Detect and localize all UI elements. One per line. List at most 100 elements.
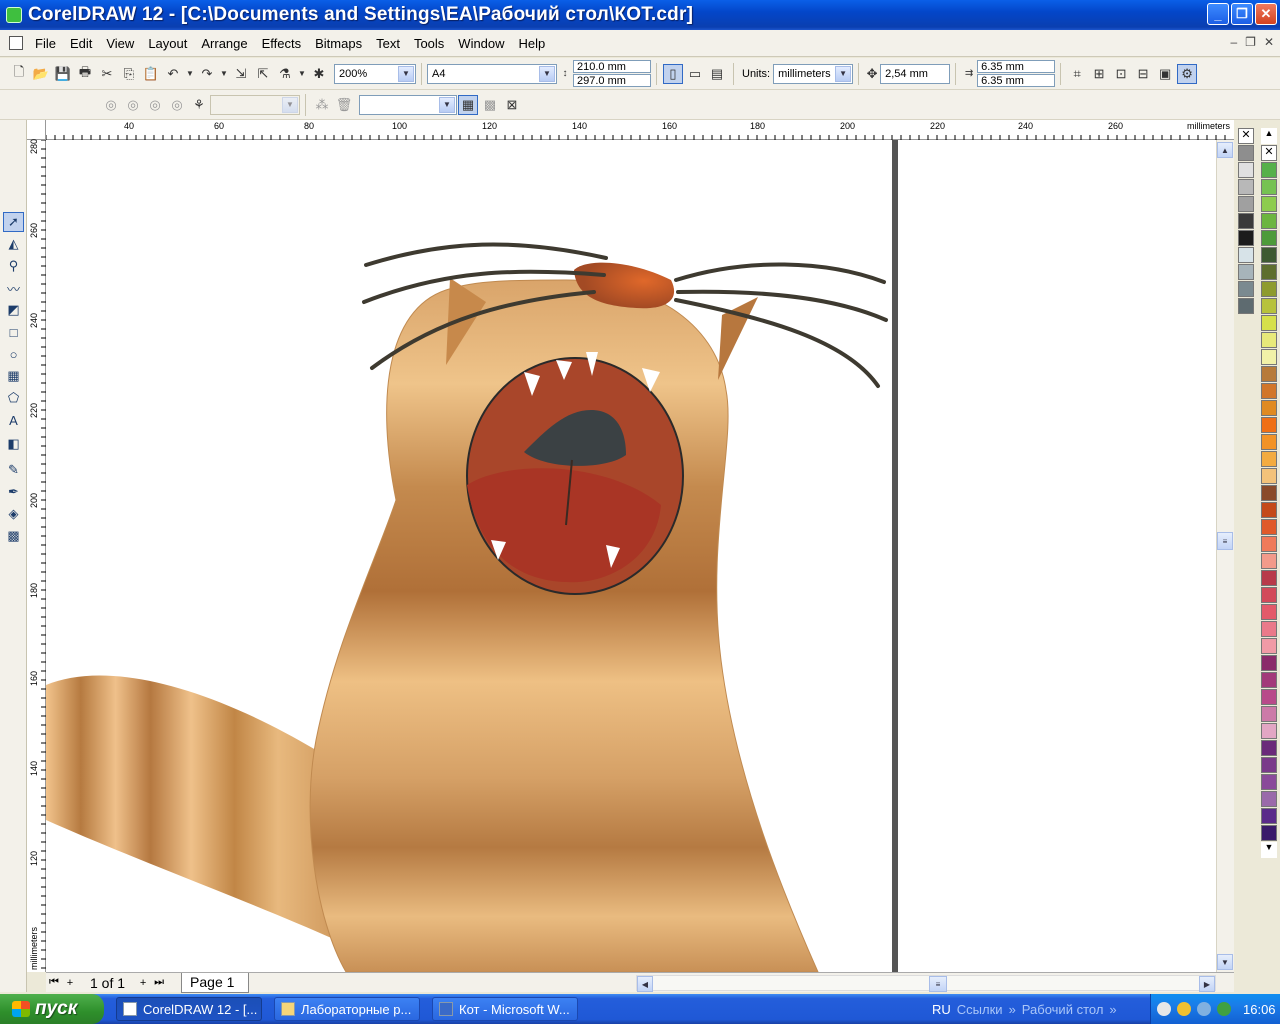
- color-swatch[interactable]: [1261, 468, 1277, 484]
- landscape-icon[interactable]: ▭: [685, 64, 705, 84]
- color-swatch[interactable]: [1261, 213, 1277, 229]
- print-icon[interactable]: 🖶: [75, 64, 95, 84]
- color-swatch[interactable]: [1261, 298, 1277, 314]
- paste-icon[interactable]: 📋: [141, 64, 161, 84]
- task-folder[interactable]: Лабораторные р...: [274, 997, 420, 1021]
- scroll-right-button[interactable]: ▶: [1199, 976, 1215, 992]
- symbol-icon[interactable]: ▩: [480, 95, 500, 115]
- color-swatch[interactable]: [1261, 400, 1277, 416]
- color-swatch[interactable]: [1261, 434, 1277, 450]
- color-swatch[interactable]: [1238, 281, 1254, 297]
- drawing-canvas[interactable]: [46, 140, 1216, 972]
- color-swatch[interactable]: [1261, 502, 1277, 518]
- horizontal-scrollbar[interactable]: ◀ ≡ ▶: [636, 975, 1216, 992]
- menu-edit[interactable]: Edit: [70, 36, 102, 51]
- export-icon[interactable]: ⇱: [253, 64, 273, 84]
- color-swatch[interactable]: [1261, 332, 1277, 348]
- web-icon[interactable]: ⊠: [502, 95, 522, 115]
- vertical-ruler[interactable]: 280 260 240 220 200 180 160 140 120 mill…: [27, 139, 46, 972]
- last-page-button[interactable]: ⏭: [151, 976, 167, 989]
- duplicate-x-field[interactable]: 6.35 mm: [977, 60, 1056, 73]
- dynamic-guides-icon[interactable]: ⊟: [1133, 64, 1153, 84]
- color-swatch[interactable]: [1238, 179, 1254, 195]
- color-swatch[interactable]: [1238, 196, 1254, 212]
- delete-icon[interactable]: 🗑: [334, 95, 354, 115]
- palette-scroll-down[interactable]: ▼: [1261, 842, 1277, 858]
- no-fill-swatch[interactable]: ✕: [1238, 128, 1254, 144]
- color-swatch[interactable]: [1261, 774, 1277, 790]
- graph-paper-tool-icon[interactable]: ▦: [3, 366, 24, 386]
- task-word[interactable]: Кот - Microsoft W...: [432, 997, 578, 1021]
- page-options-icon[interactable]: ▤: [707, 64, 727, 84]
- color-swatch[interactable]: [1261, 162, 1277, 178]
- menu-view[interactable]: View: [106, 36, 144, 51]
- nudge-distance-field[interactable]: 2,54 mm: [880, 63, 951, 84]
- tray-app-icon[interactable]: [1177, 1002, 1191, 1016]
- cut-icon[interactable]: ✂: [97, 64, 117, 84]
- color-swatch[interactable]: [1261, 723, 1277, 739]
- vertical-scroll-thumb[interactable]: ≡: [1217, 532, 1233, 550]
- rule-icon[interactable]: ◎: [145, 95, 165, 115]
- menu-file[interactable]: File: [35, 36, 66, 51]
- scroll-down-button[interactable]: ▼: [1217, 954, 1233, 970]
- document-control-icon[interactable]: [9, 36, 23, 50]
- color-swatch[interactable]: [1261, 451, 1277, 467]
- color-swatch[interactable]: [1261, 655, 1277, 671]
- language-indicator[interactable]: RU: [932, 1002, 951, 1017]
- duplicate-y-field[interactable]: 6.35 mm: [977, 74, 1056, 87]
- save-icon[interactable]: 💾: [53, 64, 73, 84]
- color-swatch[interactable]: [1261, 587, 1277, 603]
- outline-tool-icon[interactable]: ✒: [3, 482, 24, 502]
- color-swatch[interactable]: [1238, 264, 1254, 280]
- menu-text[interactable]: Text: [376, 36, 410, 51]
- add-page-after-button[interactable]: +: [135, 977, 151, 989]
- text-tool-icon[interactable]: A: [3, 410, 24, 430]
- color-swatch[interactable]: [1261, 740, 1277, 756]
- color-swatch[interactable]: [1261, 417, 1277, 433]
- chevron-down-icon[interactable]: ▼: [539, 65, 555, 82]
- application-launcher-icon[interactable]: ⚗: [275, 64, 295, 84]
- add-page-before-button[interactable]: +: [62, 977, 78, 989]
- import-icon[interactable]: ⇲: [231, 64, 251, 84]
- color-swatch[interactable]: [1261, 689, 1277, 705]
- page-tab[interactable]: Page 1: [181, 972, 250, 993]
- color-swatch[interactable]: [1261, 621, 1277, 637]
- chevron-icon[interactable]: »: [1109, 1002, 1116, 1017]
- color-swatch[interactable]: [1261, 179, 1277, 195]
- snap-grid-icon[interactable]: ⌗: [1067, 64, 1087, 84]
- menu-tools[interactable]: Tools: [414, 36, 454, 51]
- color-swatch[interactable]: [1261, 281, 1277, 297]
- color-swatch[interactable]: [1238, 162, 1254, 178]
- color-swatch[interactable]: [1261, 315, 1277, 331]
- cat-tail[interactable]: [46, 675, 336, 940]
- menu-layout[interactable]: Layout: [148, 36, 197, 51]
- object-manager-icon[interactable]: ⚘: [189, 95, 209, 115]
- palette-scroll-up[interactable]: ▲: [1261, 128, 1277, 144]
- smart-fill-tool-icon[interactable]: ◩: [3, 300, 24, 320]
- rectangle-tool-icon[interactable]: □: [3, 322, 24, 342]
- close-button[interactable]: ✕: [1255, 3, 1277, 25]
- color-swatch[interactable]: [1261, 485, 1277, 501]
- units-combo[interactable]: millimeters ▼: [773, 63, 854, 84]
- snap-objects-icon[interactable]: ⊡: [1111, 64, 1131, 84]
- color-swatch[interactable]: [1261, 196, 1277, 212]
- snap-guidelines-icon[interactable]: ⊞: [1089, 64, 1109, 84]
- color-swatch[interactable]: [1238, 298, 1254, 314]
- minimize-button[interactable]: _: [1207, 3, 1229, 25]
- coreldraw-app-icon[interactable]: [6, 7, 22, 23]
- tray-expand-icon[interactable]: [1157, 1002, 1171, 1016]
- menu-help[interactable]: Help: [519, 36, 556, 51]
- ellipse-tool-icon[interactable]: ○: [3, 344, 24, 364]
- redo-icon[interactable]: ↷: [197, 64, 217, 84]
- basic-shapes-tool-icon[interactable]: ⬠: [3, 388, 24, 408]
- corel-online-icon[interactable]: ✱: [309, 64, 329, 84]
- undo-dropdown-icon[interactable]: ▼: [185, 64, 195, 84]
- color-swatch[interactable]: [1238, 247, 1254, 263]
- chevron-down-icon[interactable]: ▼: [282, 96, 298, 113]
- zoom-level-combo[interactable]: 200% ▼: [334, 63, 416, 84]
- color-swatch[interactable]: [1261, 570, 1277, 586]
- open-icon[interactable]: 📂: [31, 64, 51, 84]
- chevron-down-icon[interactable]: ▼: [835, 65, 852, 82]
- color-swatch[interactable]: [1261, 638, 1277, 654]
- paper-type-combo[interactable]: A4 ▼: [427, 63, 557, 84]
